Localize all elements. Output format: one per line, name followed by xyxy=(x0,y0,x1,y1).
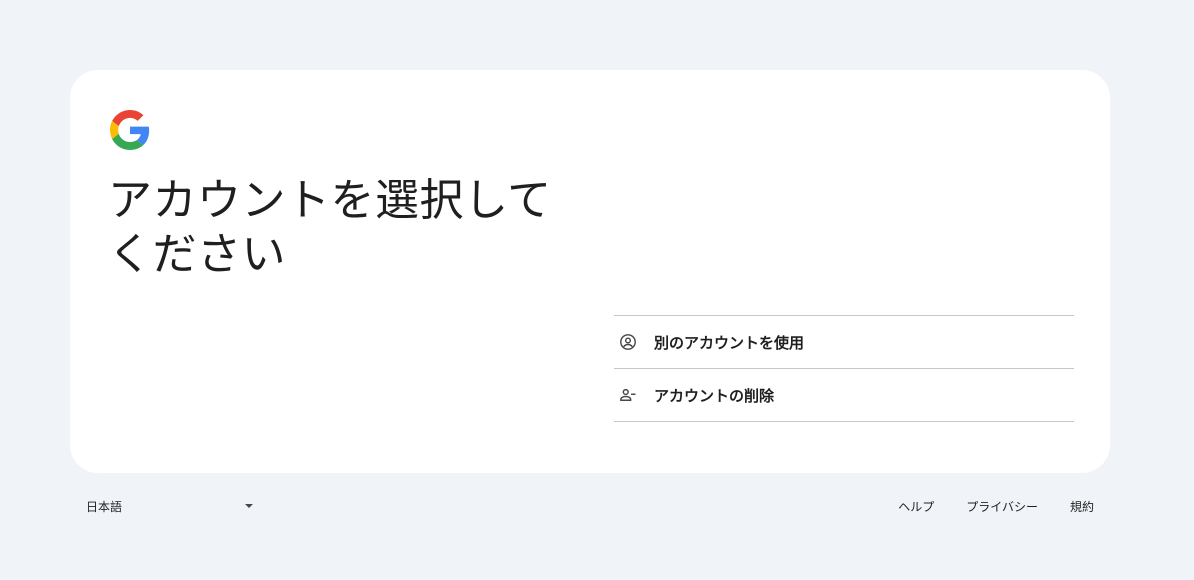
privacy-link[interactable]: プライバシー xyxy=(966,498,1038,515)
google-logo-icon xyxy=(110,110,150,150)
signin-card: アカウントを選択してください 別のアカウントを使用 アカウントの削除 xyxy=(70,70,1110,473)
language-select-value: 日本語 xyxy=(86,499,123,514)
remove-account-label: アカウントの削除 xyxy=(654,386,775,405)
language-select[interactable]: 日本語 xyxy=(86,492,256,520)
account-options-list: 別のアカウントを使用 アカウントの削除 xyxy=(614,315,1074,422)
use-another-account-label: 別のアカウントを使用 xyxy=(654,333,805,352)
help-link[interactable]: ヘルプ xyxy=(898,498,934,515)
footer-links: ヘルプ プライバシー 規約 xyxy=(866,492,1094,520)
remove-account-button[interactable]: アカウントの削除 xyxy=(614,369,1074,422)
person-remove-icon xyxy=(619,386,637,404)
account-circle-icon xyxy=(619,333,637,351)
terms-link[interactable]: 規約 xyxy=(1070,498,1094,515)
caret-down-icon xyxy=(245,504,253,508)
page-title: アカウントを選択してください xyxy=(108,175,552,280)
use-another-account-button[interactable]: 別のアカウントを使用 xyxy=(614,316,1074,369)
footer: 日本語 ヘルプ プライバシー 規約 xyxy=(70,492,1110,520)
